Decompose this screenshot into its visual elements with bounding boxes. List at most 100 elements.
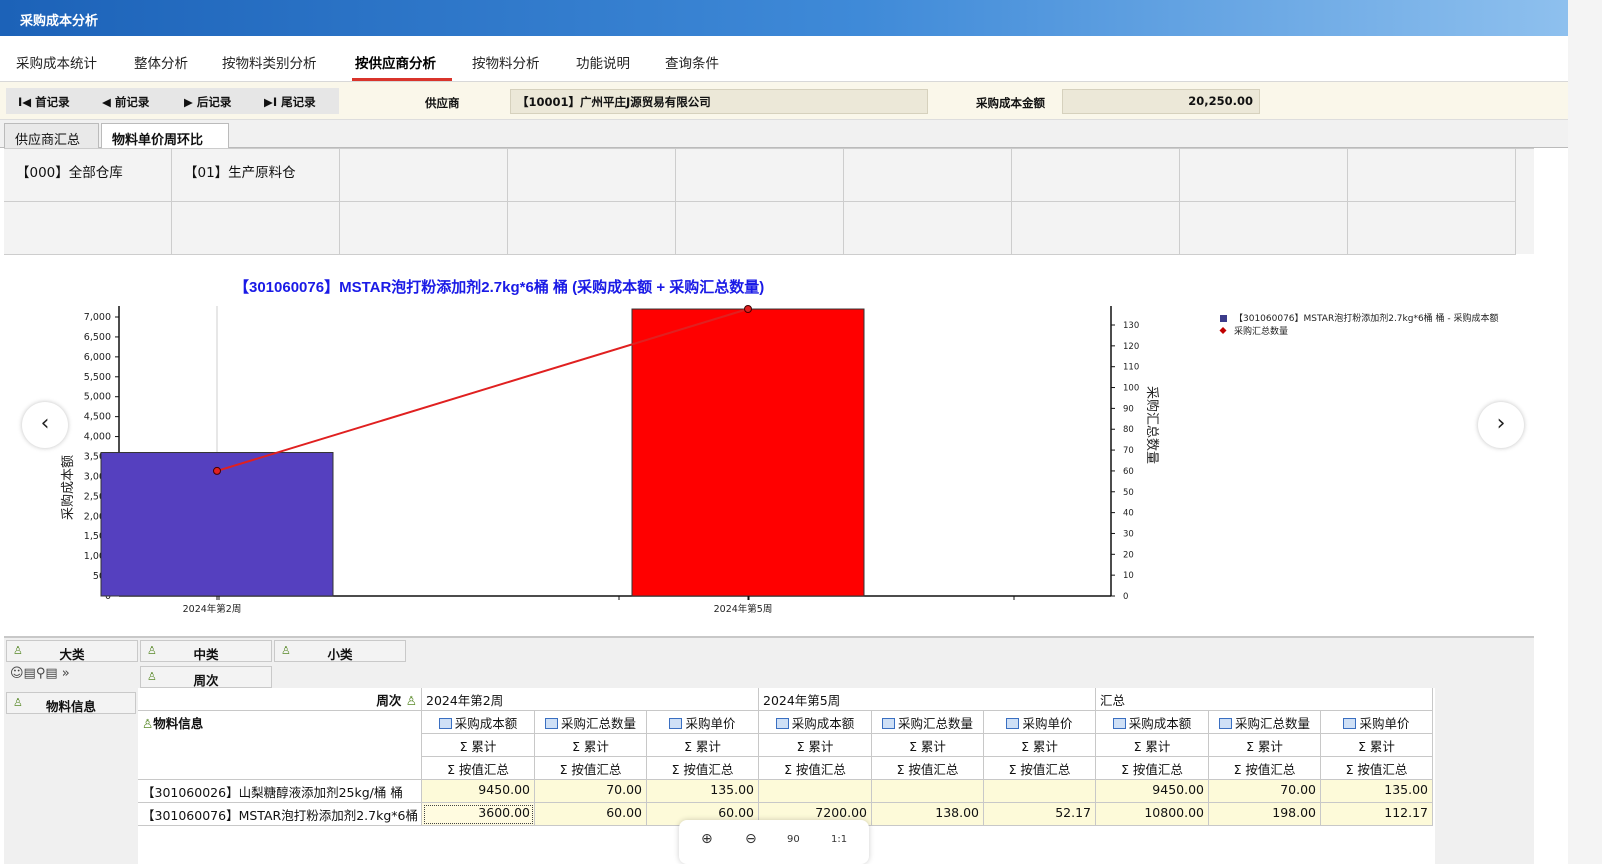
tab-purchase-cost-stats[interactable]: 采购成本统计 — [16, 52, 97, 72]
row-header: ♙物料信息 — [138, 711, 422, 780]
col-field-header[interactable]: 周次 ♙ — [138, 688, 422, 711]
window-margin — [1568, 0, 1602, 864]
y-tick-label: 6,000 — [84, 352, 111, 363]
chevron-left-icon[interactable]: ‹ — [22, 402, 68, 448]
legend-item-bar: 【301060076】MSTAR泡打粉添加剂2.7kg*6桶 桶 - 采购成本额 — [1234, 312, 1499, 324]
aggregate-sum: Σ 按值汇总 — [984, 757, 1096, 780]
table-cell[interactable]: 135.00 — [647, 780, 759, 803]
next-record-button[interactable]: ▶ 后记录 — [184, 94, 231, 110]
measure-header[interactable]: 采购单价 — [1321, 711, 1433, 734]
zoom-toolbar: ⊕ ⊖ 90 1:1 — [679, 820, 869, 864]
field-material-info[interactable]: ♙ 物料信息 — [6, 692, 136, 714]
pivot-toolbar-icons[interactable]: ☺▤⚲▤ » — [10, 666, 130, 688]
zoom-out-icon[interactable]: ⊖ — [745, 831, 757, 847]
line-point-2[interactable] — [744, 305, 752, 313]
table-cell[interactable]: 135.00 — [1321, 780, 1433, 803]
field-category-minor[interactable]: ♙ 小类 — [274, 640, 406, 662]
measure-icon — [1006, 718, 1020, 729]
table-row-label[interactable]: 【301060026】山梨糖醇液添加剂25kg/桶 桶 — [138, 780, 422, 803]
measure-header[interactable]: 采购汇总数量 — [535, 711, 647, 734]
y-tick-label: 5,000 — [84, 392, 111, 403]
table-cell[interactable]: 60.00 — [535, 803, 647, 826]
prev-record-button[interactable]: ◀ 前记录 — [102, 94, 149, 110]
table-cell[interactable]: 3600.00 — [422, 803, 535, 826]
tab-overall-analysis[interactable]: 整体分析 — [134, 52, 188, 72]
aggregate-sum: Σ 按值汇总 — [1321, 757, 1433, 780]
sub-tab-bar: 供应商汇总 物料单价周环比 — [0, 120, 1568, 149]
table-cell[interactable]: 198.00 — [1209, 803, 1321, 826]
tab-by-supplier[interactable]: 按供应商分析 — [355, 52, 436, 72]
supplier-label: 供应商 — [425, 96, 460, 110]
table-cell[interactable]: 138.00 — [872, 803, 984, 826]
measure-header[interactable]: 采购汇总数量 — [872, 711, 984, 734]
measure-header[interactable]: 采购单价 — [984, 711, 1096, 734]
tab-query-conditions[interactable]: 查询条件 — [665, 52, 719, 72]
line-point-1[interactable] — [213, 466, 221, 475]
measure-header[interactable]: 采购汇总数量 — [1209, 711, 1321, 734]
supplier-field[interactable]: 【10001】广州平庄J源贸易有限公司 — [510, 89, 928, 114]
actual-size-icon[interactable]: 1:1 — [831, 834, 847, 845]
warehouse-cell — [676, 149, 844, 202]
chart-legend: 【301060076】MSTAR泡打粉添加剂2.7kg*6桶 桶 - 采购成本额… — [1219, 312, 1499, 337]
field-category-middle[interactable]: ♙ 中类 — [140, 640, 272, 662]
measure-header[interactable]: 采购成本额 — [759, 711, 872, 734]
aggregate-sum: Σ 按值汇总 — [422, 757, 535, 780]
table-cell[interactable] — [984, 780, 1096, 803]
last-record-button[interactable]: ▶I 尾记录 — [264, 94, 316, 110]
table-cell[interactable] — [759, 780, 872, 803]
y-tick-label: 6,500 — [84, 332, 111, 343]
field-icon: ♙ — [405, 693, 417, 708]
chart-panel: 【301060076】MSTAR泡打粉添加剂2.7kg*6桶 桶 (采购成本额 … — [4, 262, 1534, 634]
aggregate-cumulative: Σ 累计 — [1321, 734, 1433, 757]
measure-label: 采购汇总数量 — [560, 716, 636, 731]
table-cell[interactable]: 9450.00 — [422, 780, 535, 803]
active-tab-indicator — [352, 78, 452, 81]
warehouse-cell — [676, 202, 844, 255]
aggregate-cumulative: Σ 累计 — [422, 734, 535, 757]
field-week[interactable]: ♙ 周次 — [140, 666, 272, 688]
table-cell[interactable]: 70.00 — [535, 780, 647, 803]
tab-function-description[interactable]: 功能说明 — [576, 52, 630, 72]
amount-label: 采购成本金额 — [976, 96, 1045, 110]
zoom-in-icon[interactable]: ⊕ — [701, 831, 713, 847]
measure-label: 采购单价 — [1022, 716, 1073, 731]
table-cell[interactable]: 52.17 — [984, 803, 1096, 826]
table-cell[interactable]: 10800.00 — [1096, 803, 1209, 826]
table-cell[interactable]: 9450.00 — [1096, 780, 1209, 803]
table-cell[interactable]: 70.00 — [1209, 780, 1321, 803]
tab-material-price-weekly[interactable]: 物料单价周环比 — [101, 123, 229, 149]
legend-swatch-bar — [1220, 315, 1227, 322]
warehouse-cell — [340, 202, 508, 255]
tab-supplier-summary[interactable]: 供应商汇总 — [4, 123, 99, 148]
measure-header[interactable]: 采购成本额 — [422, 711, 535, 734]
measure-header[interactable]: 采购单价 — [647, 711, 759, 734]
warehouse-grid: 【000】全部仓库 【01】生产原料仓 — [4, 148, 1534, 255]
bar-2[interactable] — [631, 308, 865, 597]
warehouse-cell — [1180, 202, 1348, 255]
warehouse-all[interactable]: 【000】全部仓库 — [4, 149, 172, 202]
tab-by-material-category[interactable]: 按物料类别分析 — [222, 52, 317, 72]
y-tick-label: 5,500 — [84, 372, 111, 383]
col-group-total: 汇总 — [1096, 688, 1433, 711]
combo-chart: 【301060076】MSTAR泡打粉添加剂2.7kg*6桶 桶 (采购成本额 … — [60, 278, 1499, 615]
measure-header[interactable]: 采购成本额 — [1096, 711, 1209, 734]
warehouse-cell — [844, 149, 1012, 202]
aggregate-cumulative: Σ 累计 — [984, 734, 1096, 757]
y2-tick-label: 70 — [1123, 446, 1134, 456]
field-category-major[interactable]: ♙ 大类 — [6, 640, 138, 662]
measure-label: 采购汇总数量 — [1234, 716, 1310, 731]
warehouse-cell — [340, 149, 508, 202]
x-tick-label: 2024年第5周 — [714, 603, 773, 615]
warehouse-raw-material[interactable]: 【01】生产原料仓 — [172, 149, 340, 202]
rotate-icon[interactable]: 90 — [787, 834, 800, 845]
y2-tick-label: 130 — [1123, 321, 1139, 331]
chevron-right-icon[interactable]: › — [1478, 402, 1524, 448]
measure-icon — [669, 718, 683, 729]
table-cell[interactable]: 112.17 — [1321, 803, 1433, 826]
aggregate-sum: Σ 按值汇总 — [759, 757, 872, 780]
table-cell[interactable] — [872, 780, 984, 803]
first-record-button[interactable]: I◀ 首记录 — [18, 94, 70, 110]
table-row-label[interactable]: 【301060076】MSTAR泡打粉添加剂2.7kg*6桶 桶 — [138, 803, 422, 826]
tab-by-material[interactable]: 按物料分析 — [472, 52, 540, 72]
y2-tick-label: 20 — [1123, 550, 1134, 560]
